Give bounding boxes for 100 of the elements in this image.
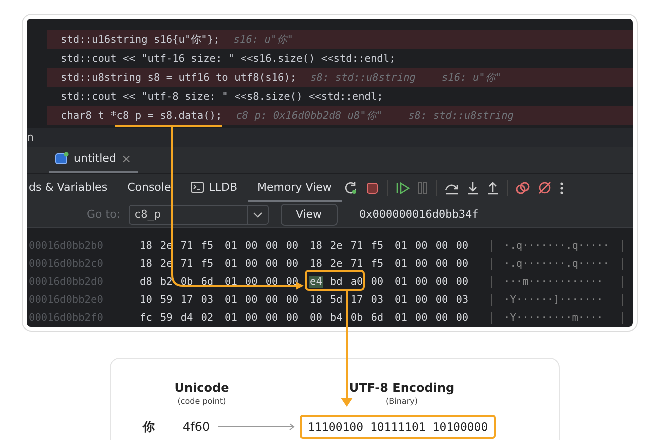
close-button[interactable]: × [121,152,132,166]
binary-value: 11100100 10111101 10100000 [300,415,496,439]
hex-byte: 01 [394,240,408,252]
ascii-text: ·Y·········m···· [491,312,623,324]
column-subtitle: (Binary) [386,397,418,406]
code-text: std::u8string s8 = utf16_to_utf8(s16); [61,72,297,84]
hex-byte: 00 [414,240,429,252]
hex-byte: 00 [285,294,300,306]
row-address: 00016d0bb2e0 [28,294,104,306]
hex-byte: 01 [224,294,238,306]
hex-byte: 00 [434,240,450,252]
inline-hint: c8_p: 0x16d0bb2d8 u8"你" [236,108,383,122]
hex-byte: 2e [329,258,344,270]
hex-byte: 0b [180,276,194,288]
hex-byte: b2 [159,276,174,288]
row-address: 00016d0bb2d0 [28,276,104,288]
hex-byte: 03 [200,294,215,306]
hex-byte: a0 [350,276,364,288]
hex-byte: f5 [370,258,385,270]
hex-byte: f5 [370,240,385,252]
ascii-text: ···m············ [491,276,623,288]
breakpoints-icon[interactable] [516,182,530,195]
hex-byte: 00 [414,294,429,306]
ascii-text: ·.q·······.q····· [491,240,623,252]
hex-byte: fc [139,312,154,324]
panel-label: n [27,131,34,144]
hex-byte: f5 [200,240,215,252]
hex-byte: d8 [139,276,154,288]
app-icon [55,152,69,166]
hex-byte: 00 [244,312,259,324]
hex-byte: 00 [414,276,429,288]
hex-byte: 00 [434,258,450,270]
step-over-icon[interactable] [444,182,459,195]
step-out-icon[interactable] [486,181,499,196]
hex-byte: 00 [455,312,470,324]
hex-byte: f5 [200,258,215,270]
hex-byte: bd [329,276,344,288]
highlight-frame [305,270,365,291]
memory-address: 0x000000016d0bb34f [360,208,479,222]
inline-hint: s16: u"你" [234,32,294,46]
mute-breakpoints-icon[interactable] [538,181,552,196]
step-into-icon[interactable] [466,181,479,196]
hex-byte: 01 [224,240,238,252]
inline-hint: s16: u"你" [442,70,502,84]
hex-byte: e4 [309,276,324,288]
debug-tab[interactable]: LLDB [181,174,248,202]
hex-byte: 03 [455,294,470,306]
hex-byte: 5d [329,294,344,306]
hex-byte: 71 [180,258,194,270]
hex-byte: 18 [309,258,324,270]
hex-byte: d4 [180,312,194,324]
hex-byte: 01 [224,312,238,324]
code-text: std::cout << "utf-16 size: " <<s16.size() <<std::endl; [61,52,396,64]
hex-byte: 00 [455,276,470,288]
rerun-icon[interactable] [344,181,358,196]
code-point: 4f60 [183,420,210,434]
hex-byte: 01 [394,276,408,288]
hex-byte: 6d [370,312,385,324]
more-icon[interactable] [560,182,564,195]
hex-byte: 01 [394,294,408,306]
inline-hint: s8: std::u8string [310,72,416,84]
hex-byte: 71 [350,240,364,252]
hex-byte: 71 [350,258,364,270]
hex-byte: 59 [159,312,174,324]
inline-hint: s8: std::u8string [408,110,514,122]
character: 你 [143,418,155,436]
hex-byte: 00 [434,276,450,288]
view-button[interactable]: View [280,204,338,226]
terminal-icon [191,182,204,193]
hex-byte: 01 [224,258,238,270]
goto-label: Go to: [87,208,120,222]
column-title: UTF-8 Encoding [349,381,455,395]
stop-icon[interactable] [366,182,379,195]
hex-byte: 02 [200,312,215,324]
row-address: 00016d0bb2b0 [28,240,104,252]
column-title: Unicode [174,381,230,395]
hex-byte: 0b [350,312,364,324]
hex-byte: 18 [309,294,324,306]
ascii-text: ·.q·······.q····· [491,258,623,270]
hex-byte: 00 [264,240,280,252]
hex-byte: 00 [244,276,259,288]
hex-byte: 2e [329,240,344,252]
hex-byte: 00 [434,312,450,324]
row-address: 00016d0bb2c0 [28,258,104,270]
debug-tab[interactable]: Console [118,174,182,202]
hex-byte: 18 [139,258,154,270]
hex-byte: 01 [394,312,408,324]
resume-icon[interactable] [396,182,410,195]
code-text: std::cout << "utf-8 size: " <<s8.size() <<std::endl; [61,90,384,102]
hex-byte: 00 [264,276,280,288]
code-text: std::u16string s16{u"你"}; [61,32,220,46]
hex-byte: 17 [350,294,364,306]
hex-byte: 00 [264,294,280,306]
goto-field[interactable]: c8_p [128,204,268,225]
hex-byte: 6d [200,276,215,288]
hex-byte: 00 [264,312,280,324]
hex-byte: 00 [414,258,429,270]
debug-tab[interactable]: ds & Variables [27,174,118,202]
hex-byte: 00 [434,294,450,306]
pause-icon[interactable] [418,182,428,195]
